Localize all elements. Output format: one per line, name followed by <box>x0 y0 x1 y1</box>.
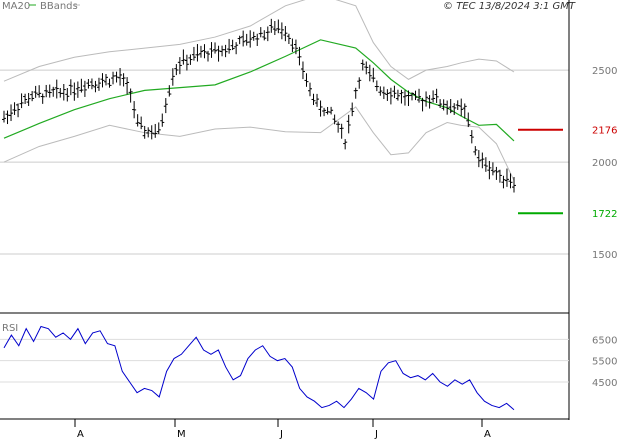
y-tick-label: 2500 <box>592 66 617 77</box>
copyright-text: © TEC 13/8/2024 3:1 GMT <box>443 1 576 12</box>
x-tick-label: M <box>177 429 186 440</box>
rsi-label: RSI <box>2 323 18 334</box>
rsi-tick-label: 5500 <box>592 357 617 368</box>
chart-background <box>0 0 627 440</box>
x-tick-label: A <box>77 429 84 440</box>
y-tick-label: 1500 <box>592 250 617 261</box>
legend-ma20: MA20 <box>2 1 30 12</box>
support-level-label: 1722 <box>592 209 617 220</box>
rsi-y-axis-labels: 6500 5500 4500 <box>592 335 617 389</box>
rsi-tick-label: 4500 <box>592 378 617 389</box>
resistance-level-label: 2176 <box>592 126 617 137</box>
rsi-tick-label: 6500 <box>592 335 617 346</box>
y-tick-label: 2000 <box>592 158 617 169</box>
x-tick-label: A <box>484 429 491 440</box>
legend-bbands: BBands <box>40 1 78 12</box>
x-tick-label: J <box>374 429 378 440</box>
stock-chart: 2176 1722 2500 2000 1500 6500 5500 4500 A M J J A… <box>0 0 627 440</box>
x-tick-label: J <box>279 429 283 440</box>
